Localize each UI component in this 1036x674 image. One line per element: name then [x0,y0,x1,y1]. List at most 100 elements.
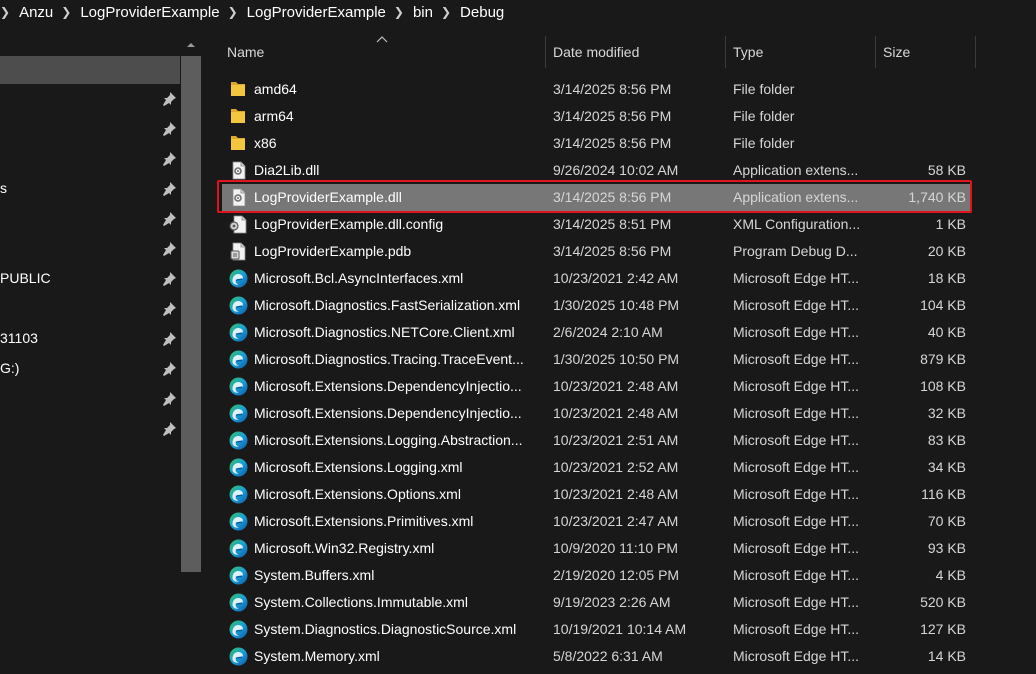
file-date-modified: 10/9/2020 11:10 PM [553,540,679,556]
file-row[interactable]: Microsoft.Extensions.Primitives.xml 10/23… [203,508,1036,535]
file-name: Microsoft.Win32.Registry.xml [254,540,435,556]
file-row[interactable]: Microsoft.Diagnostics.FastSerialization.… [203,292,1036,319]
pdb-file-icon [230,242,246,261]
file-explorer-window: ❯ Anzu ❯ LogProviderExample ❯ LogProvide… [0,0,1036,674]
edge-icon [229,566,248,585]
file-row[interactable]: x86 3/14/2025 8:56 PM File folder [203,130,1036,157]
file-type: Microsoft Edge HT... [733,621,860,637]
chevron-right-icon[interactable]: ❯ [0,5,19,19]
nav-item[interactable] [0,235,180,265]
pin-icon[interactable] [161,361,177,377]
navigation-pane: s PUBLIC 31103 G:) [0,36,180,674]
pin-icon[interactable] [161,421,177,437]
nav-item[interactable]: PUBLIC [0,265,180,295]
file-date-modified: 10/19/2021 10:14 AM [553,621,687,637]
pin-icon[interactable] [161,91,177,107]
nav-item[interactable] [0,295,180,325]
breadcrumb-item-current[interactable]: Debug [460,4,504,21]
nav-item[interactable] [0,145,180,175]
edge-icon [229,647,248,666]
breadcrumb-item[interactable]: LogProviderExample [247,4,386,21]
column-header-date-modified[interactable]: Date modified [553,36,639,68]
file-row[interactable]: Microsoft.Diagnostics.Tracing.TraceEvent… [203,346,1036,373]
nav-item[interactable]: 31103 [0,325,180,355]
column-header-size[interactable]: Size [883,36,910,68]
nav-item[interactable]: G:) [0,355,180,385]
column-divider[interactable] [975,36,976,68]
chevron-right-icon[interactable]: ❯ [386,5,413,19]
nav-item[interactable] [0,415,180,445]
pin-icon[interactable] [161,271,177,287]
nav-item[interactable]: s [0,175,180,205]
breadcrumb-item[interactable]: LogProviderExample [80,4,219,21]
pin-icon[interactable] [161,151,177,167]
file-size [873,130,966,157]
file-size: 4 KB [935,567,966,583]
column-header-row: Name Date modified Type Size [203,36,1036,68]
pin-icon[interactable] [161,391,177,407]
file-row[interactable]: arm64 3/14/2025 8:56 PM File folder [203,103,1036,130]
file-row[interactable]: System.Memory.xml 5/8/2022 6:31 AM Microso… [203,643,1036,670]
breadcrumb-item[interactable]: Anzu [19,4,53,21]
file-row[interactable]: LogProviderExample.dll.config 3/14/2025 8… [203,211,1036,238]
file-size: 40 KB [927,324,966,340]
file-row-selected[interactable]: LogProviderExample.dll 3/14/2025 8:56 PM A… [203,180,1036,213]
file-size: 14 KB [927,648,966,664]
breadcrumb: ❯ Anzu ❯ LogProviderExample ❯ LogProvide… [0,0,1036,24]
nav-item-label: PUBLIC [0,270,51,286]
file-name: Microsoft.Extensions.Logging.xml [254,459,463,475]
file-size: 20 KB [927,243,966,259]
file-row[interactable]: Microsoft.Extensions.Logging.xml 10/23/20… [203,454,1036,481]
file-date-modified: 10/23/2021 2:47 AM [553,513,679,529]
file-row[interactable]: LogProviderExample.pdb 3/14/2025 8:56 PM P… [203,238,1036,265]
file-size [873,103,966,130]
column-divider[interactable] [875,36,876,68]
file-date-modified: 2/19/2020 12:05 PM [553,567,680,583]
file-row[interactable]: Microsoft.Bcl.AsyncInterfaces.xml 10/23/2… [203,265,1036,292]
pin-icon[interactable] [161,241,177,257]
file-type: File folder [733,81,795,97]
nav-item[interactable] [0,115,180,145]
file-row[interactable]: System.Collections.Immutable.xml 9/19/202… [203,589,1036,616]
file-row[interactable]: amd64 3/14/2025 8:56 PM File folder [203,76,1036,103]
column-header-name[interactable]: Name [227,36,264,68]
file-name: Microsoft.Diagnostics.FastSerialization.… [254,297,521,313]
pin-icon[interactable] [161,331,177,347]
nav-item[interactable] [0,385,180,415]
file-row[interactable]: Microsoft.Extensions.Logging.Abstraction… [203,427,1036,454]
column-header-type[interactable]: Type [733,36,763,68]
chevron-right-icon[interactable]: ❯ [53,5,80,19]
file-row[interactable]: Microsoft.Extensions.Options.xml 10/23/20… [203,481,1036,508]
file-name: Microsoft.Bcl.AsyncInterfaces.xml [254,270,464,286]
file-row[interactable]: Microsoft.Diagnostics.NETCore.Client.xml… [203,319,1036,346]
nav-selected-item[interactable] [0,56,180,84]
file-size [873,76,966,103]
edge-icon [229,431,248,450]
pin-icon[interactable] [161,181,177,197]
pin-icon[interactable] [161,211,177,227]
nav-item[interactable] [0,85,180,115]
file-row[interactable]: Microsoft.Extensions.DependencyInjectio.… [203,373,1036,400]
chevron-right-icon[interactable]: ❯ [433,5,460,19]
chevron-right-icon[interactable]: ❯ [220,5,247,19]
file-type: Microsoft Edge HT... [733,486,860,502]
column-divider[interactable] [725,36,726,68]
nav-scrollbar-thumb[interactable] [181,56,201,572]
file-row[interactable]: Microsoft.Win32.Registry.xml 10/9/2020 11… [203,535,1036,562]
column-divider[interactable] [545,36,546,68]
folder-icon [231,136,245,150]
file-row[interactable]: System.Buffers.xml 2/19/2020 12:05 PM Micr… [203,562,1036,589]
pin-icon[interactable] [161,121,177,137]
file-row[interactable]: Microsoft.Extensions.DependencyInjectio.… [203,400,1036,427]
file-size: 70 KB [927,513,966,529]
sort-ascending-icon [376,36,388,43]
file-date-modified: 10/23/2021 2:52 AM [553,459,679,475]
file-row[interactable]: System.Diagnostics.DiagnosticSource.xml 1… [203,616,1036,643]
file-size: 127 KB [920,621,966,637]
file-name: LogProviderExample.dll [254,189,402,205]
nav-item[interactable] [0,205,180,235]
scroll-up-arrow-icon[interactable] [186,40,196,50]
breadcrumb-item[interactable]: bin [413,4,433,21]
file-type: Microsoft Edge HT... [733,567,860,583]
pin-icon[interactable] [161,301,177,317]
